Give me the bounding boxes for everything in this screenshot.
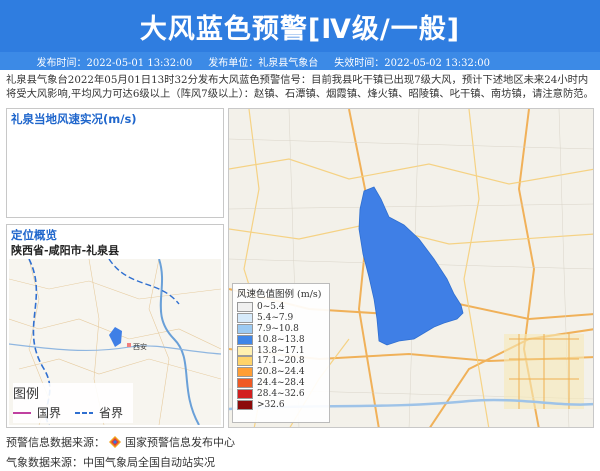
location-panel-title: 定位概览 bbox=[11, 228, 57, 242]
legend-province-border: 省界 bbox=[99, 406, 124, 420]
wind-legend-label: 24.4~28.4 bbox=[257, 377, 305, 388]
wind-legend-swatch bbox=[237, 345, 253, 356]
wind-legend-item: 7.9~10.8 bbox=[233, 323, 329, 335]
warning-center-logo-icon bbox=[109, 436, 121, 448]
wind-legend-item: 0~5.4 bbox=[233, 302, 329, 313]
location-subtitle: 陕西省-咸阳市-礼泉县 bbox=[11, 244, 120, 257]
warning-banner: 大风蓝色预警[Ⅳ级/一般] bbox=[0, 0, 600, 52]
weather-source-line: 气象数据来源：中国气象局全国自动站实况 bbox=[6, 454, 215, 470]
publisher: 发布单位：礼泉县气象台 bbox=[208, 57, 319, 69]
wind-legend-item: 17.1~20.8 bbox=[233, 356, 329, 367]
wind-speed-legend: 风速色值图例 (m/s) 0~5.4 5.4~7.9 7.9~10.8 10.8~13… bbox=[232, 283, 330, 423]
wind-legend-label: 13.8~17.1 bbox=[257, 345, 305, 356]
wind-legend-label: 10.8~13.8 bbox=[257, 334, 305, 345]
publish-time: 发布时间：2022-05-01 13:32:00 bbox=[36, 57, 193, 69]
wind-legend-swatch bbox=[237, 388, 253, 399]
wind-legend-item: 5.4~7.9 bbox=[233, 313, 329, 324]
warning-description: 礼泉县气象台2022年05月01日13时32分发布大风蓝色预警信号：目前我县叱干… bbox=[6, 74, 594, 100]
wind-legend-label: 7.9~10.8 bbox=[257, 323, 299, 334]
wind-panel-title: 礼泉当地风速实况(m/s) bbox=[11, 112, 137, 126]
wind-legend-item: 10.8~13.8 bbox=[233, 334, 329, 345]
wind-legend-swatch bbox=[237, 367, 253, 378]
expire-time: 失效时间：2022-05-02 13:32:00 bbox=[334, 57, 490, 69]
xian-label: 西安 bbox=[133, 342, 147, 351]
wind-legend-title: 风速色值图例 (m/s) bbox=[237, 289, 322, 300]
wind-legend-swatch bbox=[237, 323, 253, 334]
warning-meta-row: 发布时间：2022-05-01 13:32:00 发布单位：礼泉县气象台 失效时… bbox=[0, 52, 600, 70]
wind-legend-item: >32.6 bbox=[233, 399, 329, 410]
wind-legend-item: 24.4~28.4 bbox=[233, 377, 329, 389]
wind-legend-label: >32.6 bbox=[257, 399, 285, 410]
warning-source-label: 预警信息数据来源： bbox=[6, 436, 105, 449]
wind-legend-label: 0~5.4 bbox=[257, 302, 285, 313]
wind-legend-swatch bbox=[237, 356, 253, 367]
wind-legend-label: 28.4~32.6 bbox=[257, 388, 305, 399]
wind-legend-swatch bbox=[237, 302, 253, 313]
wind-legend-swatch bbox=[237, 399, 253, 410]
weather-source-label: 气象数据来源：中国气象局全国自动站实况 bbox=[6, 456, 215, 469]
warning-title: 大风蓝色预警[Ⅳ级/一般] bbox=[139, 13, 461, 45]
wind-legend-label: 17.1~20.8 bbox=[257, 356, 305, 367]
warning-source-name: 国家预警信息发布中心 bbox=[125, 436, 235, 449]
legend-country-border: 国界 bbox=[37, 406, 62, 420]
wind-legend-item: 13.8~17.1 bbox=[233, 345, 329, 356]
warning-source-line: 预警信息数据来源： 国家预警信息发布中心 bbox=[6, 434, 235, 450]
wind-legend-swatch bbox=[237, 334, 253, 345]
wind-legend-swatch bbox=[237, 377, 253, 388]
overview-legend-title: 图例 bbox=[13, 387, 40, 402]
wind-legend-label: 5.4~7.9 bbox=[257, 313, 294, 324]
wind-legend-swatch bbox=[237, 313, 253, 324]
wind-legend-label: 20.8~24.4 bbox=[257, 367, 305, 378]
wind-speed-panel: 礼泉当地风速实况(m/s) bbox=[6, 108, 224, 218]
wind-legend-item: 28.4~32.6 bbox=[233, 388, 329, 399]
location-panel: 定位概览 陕西省-咸阳市-礼泉县 西安 图例 国界 省界 bbox=[6, 224, 224, 428]
overview-legend: 图例 国界 省界 bbox=[13, 383, 133, 423]
wind-legend-item: 20.8~24.4 bbox=[233, 367, 329, 378]
